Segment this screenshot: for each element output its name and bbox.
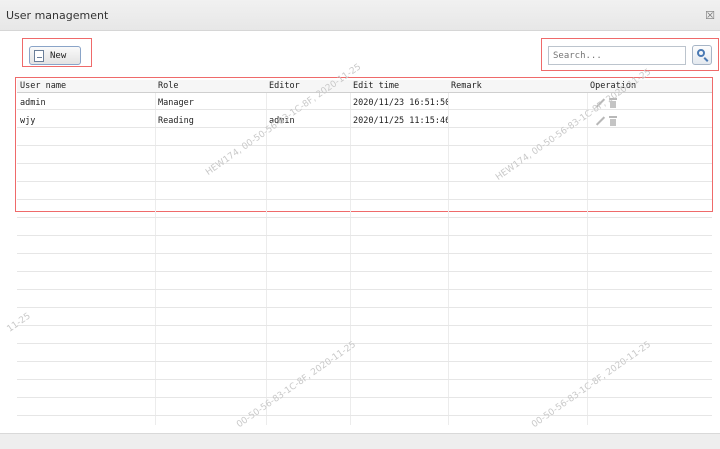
empty-row [17,403,712,416]
edit-pencil-icon[interactable] [595,98,605,108]
delete-trash-icon[interactable] [609,98,617,108]
empty-row [17,277,712,290]
empty-row [17,223,712,236]
empty-row [17,313,712,326]
cell-remark [448,97,587,109]
edit-pencil-icon[interactable] [595,116,605,126]
new-document-icon [34,49,44,62]
new-button-label: New [50,50,67,61]
search-button[interactable] [692,45,712,65]
cell-edit-time: 2020/11/23 16:51:50 [353,98,448,108]
search-icon [697,49,705,57]
empty-row [17,241,712,254]
column-header-operation[interactable]: Operation [587,80,712,92]
search-input[interactable] [548,46,686,65]
column-header-edit-time[interactable]: Edit time [350,80,448,92]
empty-row [17,385,712,398]
table-row[interactable]: admin Manager 2020/11/23 16:51:50 [17,97,712,110]
column-header-editor[interactable]: Editor [266,80,350,92]
empty-row [17,349,712,362]
table-header: User name Role Editor Edit time Remark O… [17,80,712,93]
column-header-user-name[interactable]: User name [17,80,155,92]
window-titlebar: User management ☒ [0,0,720,31]
empty-row [17,331,712,344]
cell-role: Reading [158,116,194,126]
status-bar [0,433,720,449]
new-button[interactable]: New [29,46,81,65]
empty-row [17,151,712,164]
cell-user-name: wjy [20,116,36,126]
empty-row [17,169,712,182]
column-header-remark[interactable]: Remark [448,80,587,92]
cell-editor [266,97,350,109]
window-title: User management [6,9,109,22]
cell-role: Manager [158,98,194,108]
cell-editor: admin [269,116,295,126]
cell-remark [448,115,587,127]
empty-row [17,187,712,200]
user-table: User name Role Editor Edit time Remark O… [17,80,712,425]
empty-row [17,259,712,272]
column-header-role[interactable]: Role [155,80,266,92]
empty-row [17,295,712,308]
close-icon[interactable]: ☒ [700,6,720,24]
cell-user-name: admin [20,98,46,108]
empty-row [17,133,712,146]
empty-row [17,205,712,218]
cell-edit-time: 2020/11/25 11:15:46 [353,116,448,126]
empty-row [17,367,712,380]
delete-trash-icon[interactable] [609,116,617,126]
table-row[interactable]: wjy Reading admin 2020/11/25 11:15:46 [17,115,712,128]
